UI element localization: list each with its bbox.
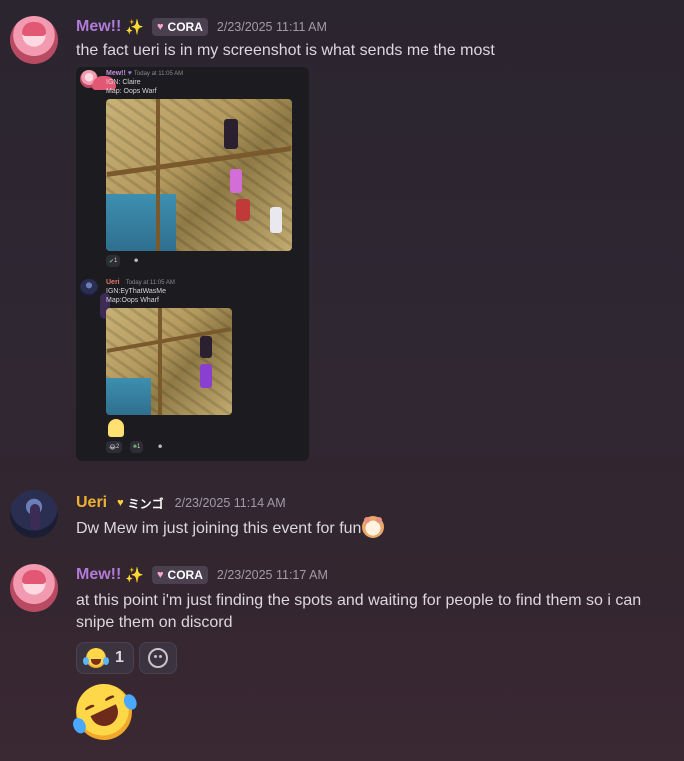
hamster-icon [362,516,385,538]
message-1: Mew!! ✨ ♥ CORA 2/23/2025 11:11 AM the fa… [0,0,684,470]
post-line: Map:Oops Wharf [106,297,159,304]
add-reaction-button[interactable] [139,642,177,674]
heart-icon: ♥ [157,569,164,581]
game-screenshot [106,99,292,251]
message-text-body: Dw Mew im just joining this event for fu… [76,520,362,537]
username[interactable]: Mew!! [76,566,121,584]
message-text: at this point i'm just finding the spots… [76,592,642,631]
guild-tag[interactable]: ♥ ミンゴ [115,494,166,512]
username[interactable]: Ueri [76,494,107,512]
guild-tag[interactable]: ♥ CORA [152,566,208,584]
laugh-icon: 😂 [109,444,117,451]
message-text: Dw Mew im just joining this event for fu… [76,516,385,540]
game-screenshot [106,308,232,415]
sparkle-icon: ✨ [125,567,145,584]
post-line: Map: Oops Warf [106,88,157,95]
reaction-count: 1 [115,649,124,666]
timestamp: Today at 11:05 AM [125,280,175,286]
avatar[interactable] [10,564,58,612]
username: Mew!! [106,70,126,77]
reaction-count: 2 [116,444,120,450]
add-reaction-icon: ☻ [133,258,140,264]
reaction-count: 1 [114,258,118,264]
message-2: Ueri ♥ ミンゴ 2/23/2025 11:14 AM Dw Mew im … [0,470,684,550]
timestamp: 2/23/2025 11:17 AM [216,568,328,582]
username[interactable]: Mew!! [76,18,121,36]
sparkle-icon: ✨ [125,19,145,36]
guild-tag-label: CORA [167,20,203,34]
message-header: Mew!! ✨ ♥ CORA 2/23/2025 11:17 AM [76,566,328,584]
message-text: the fact ueri is in my screenshot is wha… [76,42,495,59]
avatar[interactable] [10,490,58,538]
reaction-count: 1 [136,444,141,450]
avatar [80,70,116,90]
timestamp: Today at 11:05 AM [133,71,184,77]
ghost-emoji-icon [108,419,124,437]
avatar[interactable] [10,16,58,64]
joy-icon [83,648,110,668]
reaction-joy[interactable]: 1 [76,642,134,674]
timestamp: 2/23/2025 11:14 AM [174,496,286,510]
reaction: ✔ 1 [106,255,121,267]
post-line: IGN:EyThatWasMe [106,288,167,295]
guild-tag-label: CORA [167,568,203,582]
message-header: Ueri ♥ ミンゴ 2/23/2025 11:14 AM [76,494,286,512]
reaction: 😂 2 [106,441,123,453]
screenshot-attachment[interactable]: Mew!! ♥ Today at 11:05 AM IGN: Claire Ma… [76,67,309,461]
timestamp: 2/23/2025 11:11 AM [216,20,327,34]
message-header: Mew!! ✨ ♥ CORA 2/23/2025 11:11 AM [76,18,327,36]
post-line: IGN: Claire [106,79,141,86]
username: Ueri [106,279,120,286]
post-header: Ueri Today at 11:05 AM [106,279,175,286]
post-header: Mew!! ♥ Today at 11:05 AM [106,70,183,77]
add-reaction-icon [148,648,168,668]
heart-icon: ♥ [117,497,124,509]
heart-icon: ♥ [157,21,164,33]
reaction: ♣ 1 [130,441,144,453]
guild-tag[interactable]: ♥ CORA [152,18,208,36]
guild-tag-label: ミンゴ [127,496,164,511]
avatar [80,279,110,319]
add-reaction-icon: ☻ [157,444,164,450]
